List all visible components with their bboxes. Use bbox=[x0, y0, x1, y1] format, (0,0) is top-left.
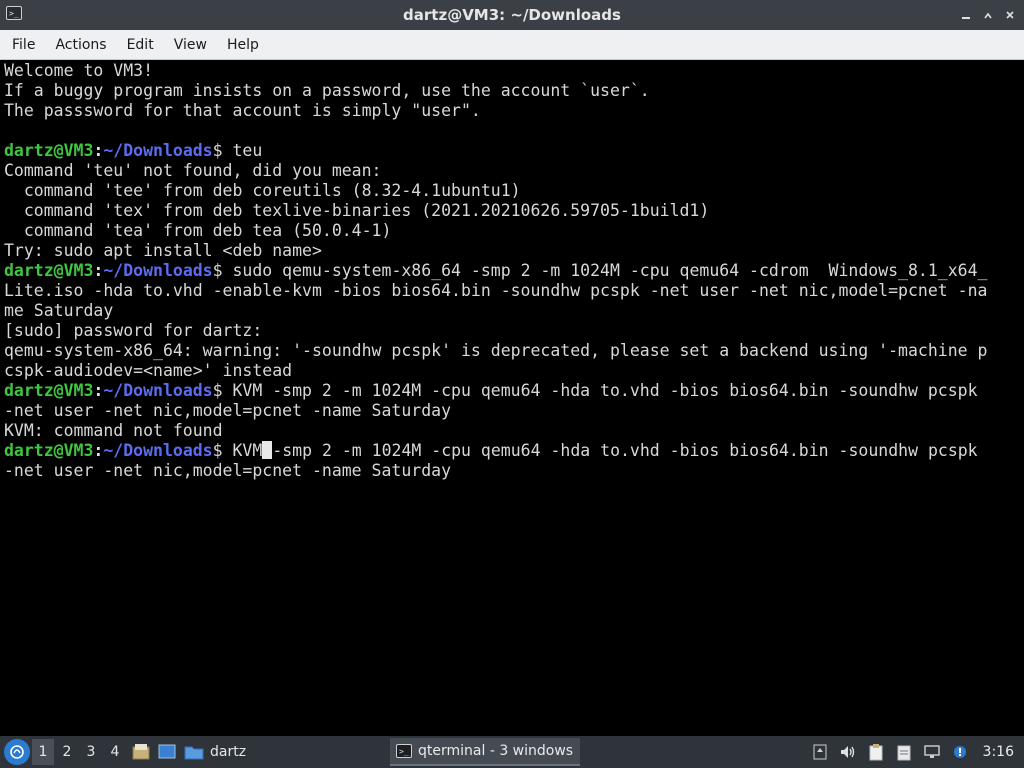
command-text: -smp 2 -m 1024M -cpu qemu64 -hda to.vhd … bbox=[272, 441, 978, 460]
terminal-line: [sudo] password for dartz: bbox=[4, 321, 1020, 341]
terminal-text: command 'tee' from deb coreutils (8.32-4… bbox=[4, 181, 521, 200]
terminal-window: >_ dartz@VM3: ~/Downloads File Actions E… bbox=[0, 0, 1024, 736]
show-desktop-icon[interactable] bbox=[156, 741, 178, 763]
terminal-line: KVM: command not found bbox=[4, 421, 1020, 441]
close-icon[interactable] bbox=[1002, 7, 1018, 23]
desktop-1-button[interactable]: 1 bbox=[32, 739, 54, 765]
prompt-path: ~/Downloads bbox=[103, 141, 213, 160]
prompt-user: dartz@VM3 bbox=[4, 381, 94, 400]
start-menu-icon[interactable] bbox=[4, 739, 30, 765]
desktop-2-button[interactable]: 2 bbox=[56, 739, 78, 765]
prompt-separator: : bbox=[93, 441, 104, 460]
prompt-user: dartz@VM3 bbox=[4, 141, 94, 160]
terminal-line: command 'tee' from deb coreutils (8.32-4… bbox=[4, 181, 1020, 201]
maximize-icon[interactable] bbox=[980, 7, 996, 23]
qterminal-task-label: qterminal - 3 windows bbox=[418, 743, 574, 759]
clock[interactable]: 3:16 bbox=[983, 744, 1014, 760]
prompt-separator: : bbox=[93, 261, 104, 280]
prompt-separator: : bbox=[93, 381, 104, 400]
terminal-text: If a buggy program insists on a password… bbox=[4, 81, 650, 100]
terminal-text: [sudo] password for dartz: bbox=[4, 321, 263, 340]
volume-icon[interactable] bbox=[837, 741, 859, 763]
terminal-text: cspk-audiodev=<name>' instead bbox=[4, 361, 293, 380]
terminal-text: The passsword for that account is simply… bbox=[4, 101, 481, 120]
window-controls bbox=[958, 0, 1018, 30]
command-text: teu bbox=[232, 141, 263, 160]
taskbar: 1 2 3 4 dartz >_ qterminal - 3 windows 3… bbox=[0, 736, 1024, 768]
terminal-line: command 'tex' from deb texlive-binaries … bbox=[4, 201, 1020, 221]
terminal-app-icon[interactable]: >_ bbox=[6, 6, 22, 20]
terminal-text: Command 'teu' not found, did you mean: bbox=[4, 161, 382, 180]
clipboard-manager-icon[interactable] bbox=[893, 741, 915, 763]
desktop-4-button[interactable]: 4 bbox=[104, 739, 126, 765]
window-title: dartz@VM3: ~/Downloads bbox=[403, 6, 621, 24]
terminal-line: Welcome to VM3! bbox=[4, 61, 1020, 81]
folder-task-button[interactable]: dartz bbox=[184, 744, 246, 760]
terminal-line: qemu-system-x86_64: warning: '-soundhw p… bbox=[4, 341, 1020, 361]
terminal-task-icon: >_ bbox=[396, 744, 412, 758]
terminal-line: Lite.iso -hda to.vhd -enable-kvm -bios b… bbox=[4, 281, 1020, 301]
terminal-text: command 'tex' from deb texlive-binaries … bbox=[4, 201, 710, 220]
terminal-line: dartz@VM3:~/Downloads$ teu bbox=[4, 141, 1020, 161]
minimize-icon[interactable] bbox=[958, 7, 974, 23]
terminal-text: command 'tea' from deb tea (50.0.4-1) bbox=[4, 221, 392, 240]
prompt-path: ~/Downloads bbox=[103, 381, 213, 400]
menu-bar: File Actions Edit View Help bbox=[0, 30, 1024, 60]
terminal-line: dartz@VM3:~/Downloads$ KVM -smp 2 -m 102… bbox=[4, 381, 1020, 401]
terminal-line: me Saturday bbox=[4, 301, 1020, 321]
terminal-line: command 'tea' from deb tea (50.0.4-1) bbox=[4, 221, 1020, 241]
desktop-3-button[interactable]: 3 bbox=[80, 739, 102, 765]
terminal-output[interactable]: Welcome to VM3! If a buggy program insist… bbox=[0, 60, 1024, 736]
prompt-dollar: $ bbox=[212, 261, 233, 280]
terminal-text: KVM: command not found bbox=[4, 421, 223, 440]
menu-file[interactable]: File bbox=[0, 30, 45, 60]
terminal-text: Lite.iso -hda to.vhd -enable-kvm -bios b… bbox=[4, 281, 988, 300]
prompt-path: ~/Downloads bbox=[103, 261, 213, 280]
terminal-line: cspk-audiodev=<name>' instead bbox=[4, 361, 1020, 381]
menu-edit[interactable]: Edit bbox=[117, 30, 164, 60]
prompt-dollar: $ bbox=[212, 381, 233, 400]
terminal-line: dartz@VM3:~/Downloads$ KVM -smp 2 -m 1024… bbox=[4, 441, 1020, 461]
folder-task-label: dartz bbox=[210, 744, 247, 760]
prompt-dollar: $ bbox=[212, 141, 233, 160]
prompt-user: dartz@VM3 bbox=[4, 441, 94, 460]
prompt-dollar: $ bbox=[212, 441, 233, 460]
terminal-text: -net user -net nic,model=pcnet -name Sat… bbox=[4, 401, 452, 420]
terminal-text: Try: sudo apt install <deb name> bbox=[4, 241, 322, 260]
terminal-text: -net user -net nic,model=pcnet -name Sat… bbox=[4, 461, 452, 480]
terminal-line: If a buggy program insists on a password… bbox=[4, 81, 1020, 101]
terminal-text: qemu-system-x86_64: warning: '-soundhw p… bbox=[4, 341, 988, 360]
terminal-line: -net user -net nic,model=pcnet -name Sat… bbox=[4, 461, 1020, 481]
terminal-text: Welcome to VM3! bbox=[4, 61, 154, 80]
qterminal-task-button[interactable]: >_ qterminal - 3 windows bbox=[390, 738, 580, 766]
terminal-line: Command 'teu' not found, did you mean: bbox=[4, 161, 1020, 181]
system-tray: 3:16 bbox=[803, 736, 1024, 768]
terminal-text: me Saturday bbox=[4, 301, 114, 320]
menu-actions[interactable]: Actions bbox=[45, 30, 116, 60]
network-icon[interactable] bbox=[921, 741, 943, 763]
menu-help[interactable]: Help bbox=[217, 30, 269, 60]
command-text: sudo qemu-system-x86_64 -smp 2 -m 1024M … bbox=[232, 261, 988, 280]
updates-icon[interactable] bbox=[809, 741, 831, 763]
notification-icon[interactable] bbox=[949, 741, 971, 763]
menu-view[interactable]: View bbox=[164, 30, 217, 60]
text-cursor bbox=[262, 441, 273, 459]
terminal-line: -net user -net nic,model=pcnet -name Sat… bbox=[4, 401, 1020, 421]
title-bar[interactable]: >_ dartz@VM3: ~/Downloads bbox=[0, 0, 1024, 30]
clipboard-icon[interactable] bbox=[865, 741, 887, 763]
prompt-path: ~/Downloads bbox=[103, 441, 213, 460]
terminal-line: The passsword for that account is simply… bbox=[4, 101, 1020, 121]
terminal-line: dartz@VM3:~/Downloads$ sudo qemu-system-… bbox=[4, 261, 1020, 281]
prompt-separator: : bbox=[93, 141, 104, 160]
prompt-user: dartz@VM3 bbox=[4, 261, 94, 280]
terminal-line: Try: sudo apt install <deb name> bbox=[4, 241, 1020, 261]
command-text: KVM bbox=[232, 441, 263, 460]
folder-icon bbox=[184, 746, 204, 760]
command-text: KVM -smp 2 -m 1024M -cpu qemu64 -hda to.… bbox=[232, 381, 978, 400]
file-manager-icon[interactable] bbox=[130, 741, 152, 763]
